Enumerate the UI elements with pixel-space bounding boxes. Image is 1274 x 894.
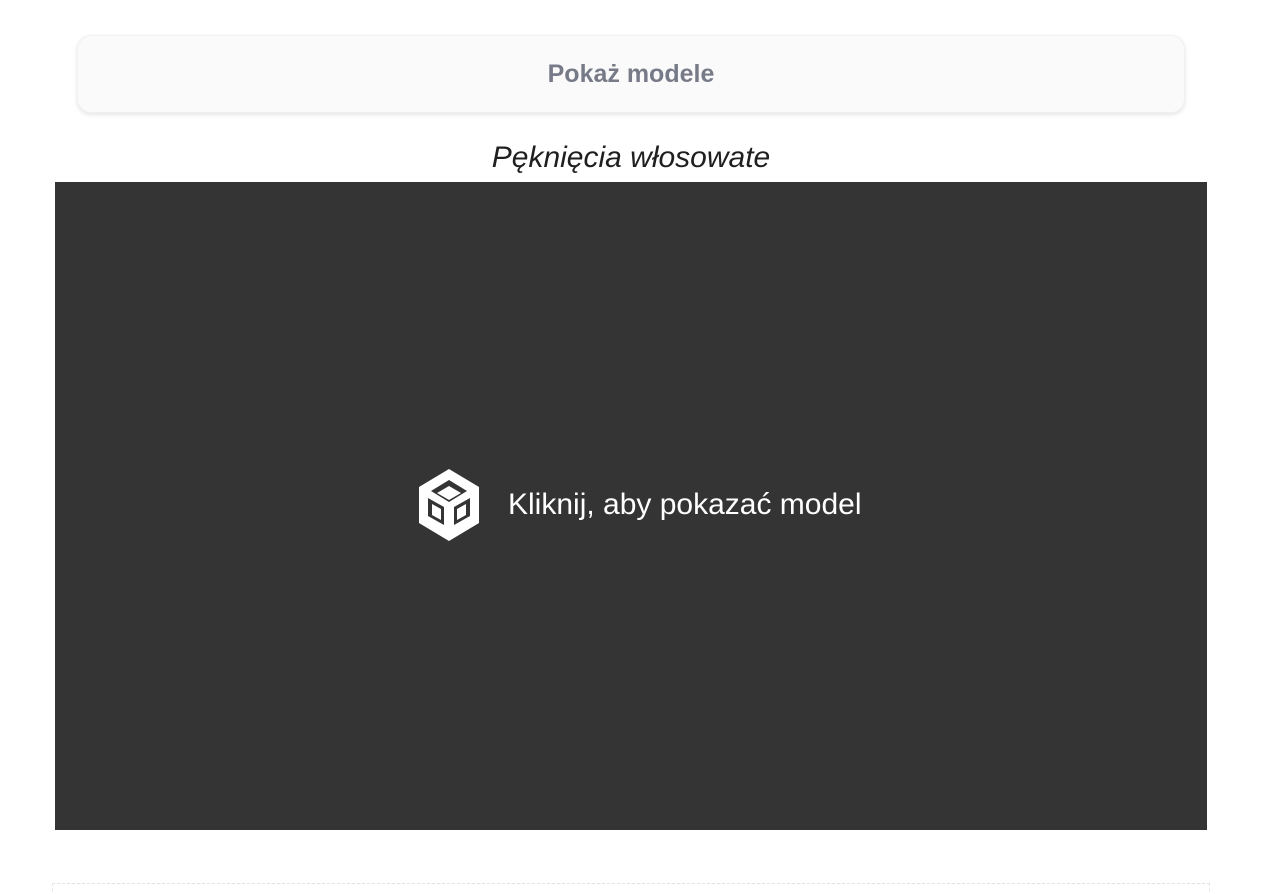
next-section-outline [52, 883, 1210, 894]
model-viewer[interactable]: Kliknij, aby pokazać model [55, 182, 1207, 830]
show-models-button[interactable]: Pokaż modele [77, 35, 1185, 113]
unity-logo-icon [419, 469, 479, 541]
show-model-prompt-text: Kliknij, aby pokazać model [508, 488, 862, 521]
model-title: Pęknięcia włosowate [491, 141, 771, 174]
page: Pokaż modele Pęknięcia włosowate Kliknij… [0, 0, 1274, 894]
show-model-prompt[interactable]: Kliknij, aby pokazać model [417, 469, 862, 541]
